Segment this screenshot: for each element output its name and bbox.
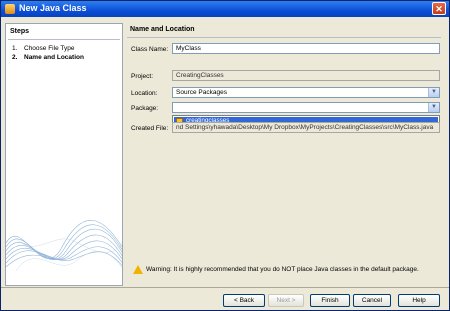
button-bar-divider	[1, 287, 449, 288]
step-name-and-location: 2. Name and Location	[12, 54, 84, 61]
finish-button[interactable]: Finish	[310, 294, 350, 307]
window-title: New Java Class	[19, 3, 87, 13]
location-value: Source Packages	[176, 89, 227, 96]
step-choose-file-type: 1. Choose File Type	[12, 45, 74, 52]
location-combobox[interactable]: Source Packages ▼	[172, 87, 440, 98]
steps-divider	[8, 39, 120, 40]
steps-panel: Steps 1. Choose File Type 2. Name and Loca…	[5, 23, 123, 286]
step-label: Name and Location	[24, 54, 84, 61]
new-java-class-dialog: New Java Class ✕ Steps 1. Choose File Typ…	[0, 0, 450, 311]
title-bar[interactable]: New Java Class ✕	[1, 1, 449, 17]
warning-icon	[133, 265, 143, 274]
next-button[interactable]: Next >	[268, 294, 304, 307]
class-name-label: Class Name:	[131, 46, 169, 53]
steps-heading: Steps	[10, 28, 30, 35]
chevron-down-icon[interactable]: ▼	[428, 103, 439, 112]
section-divider	[127, 37, 441, 38]
step-label: Choose File Type	[24, 45, 75, 52]
project-field: CreatingClasses	[172, 70, 440, 81]
warning-text: Warning: It is highly recommended that y…	[146, 266, 419, 273]
class-name-input[interactable]: MyClass	[172, 43, 440, 54]
step-number: 1.	[12, 45, 18, 52]
created-file-field: nd Settings\yhawada\Desktop\My Dropbox\M…	[172, 122, 440, 133]
close-button[interactable]: ✕	[432, 2, 446, 15]
package-combobox[interactable]: ▼	[172, 102, 440, 113]
section-heading: Name and Location	[130, 26, 195, 33]
location-label: Location:	[131, 90, 158, 97]
cancel-button[interactable]: Cancel	[353, 294, 391, 307]
warning-message: Warning: It is highly recommended that y…	[133, 264, 443, 276]
help-button[interactable]: Help	[398, 294, 440, 307]
package-label: Package:	[131, 105, 159, 112]
back-button[interactable]: < Back	[223, 294, 265, 307]
project-label: Project:	[131, 73, 154, 80]
created-file-label: Created File:	[131, 125, 169, 132]
step-number: 2.	[12, 54, 18, 61]
chevron-down-icon[interactable]: ▼	[428, 88, 439, 97]
decorative-wave-graphic	[6, 220, 122, 272]
java-class-icon	[5, 4, 15, 14]
